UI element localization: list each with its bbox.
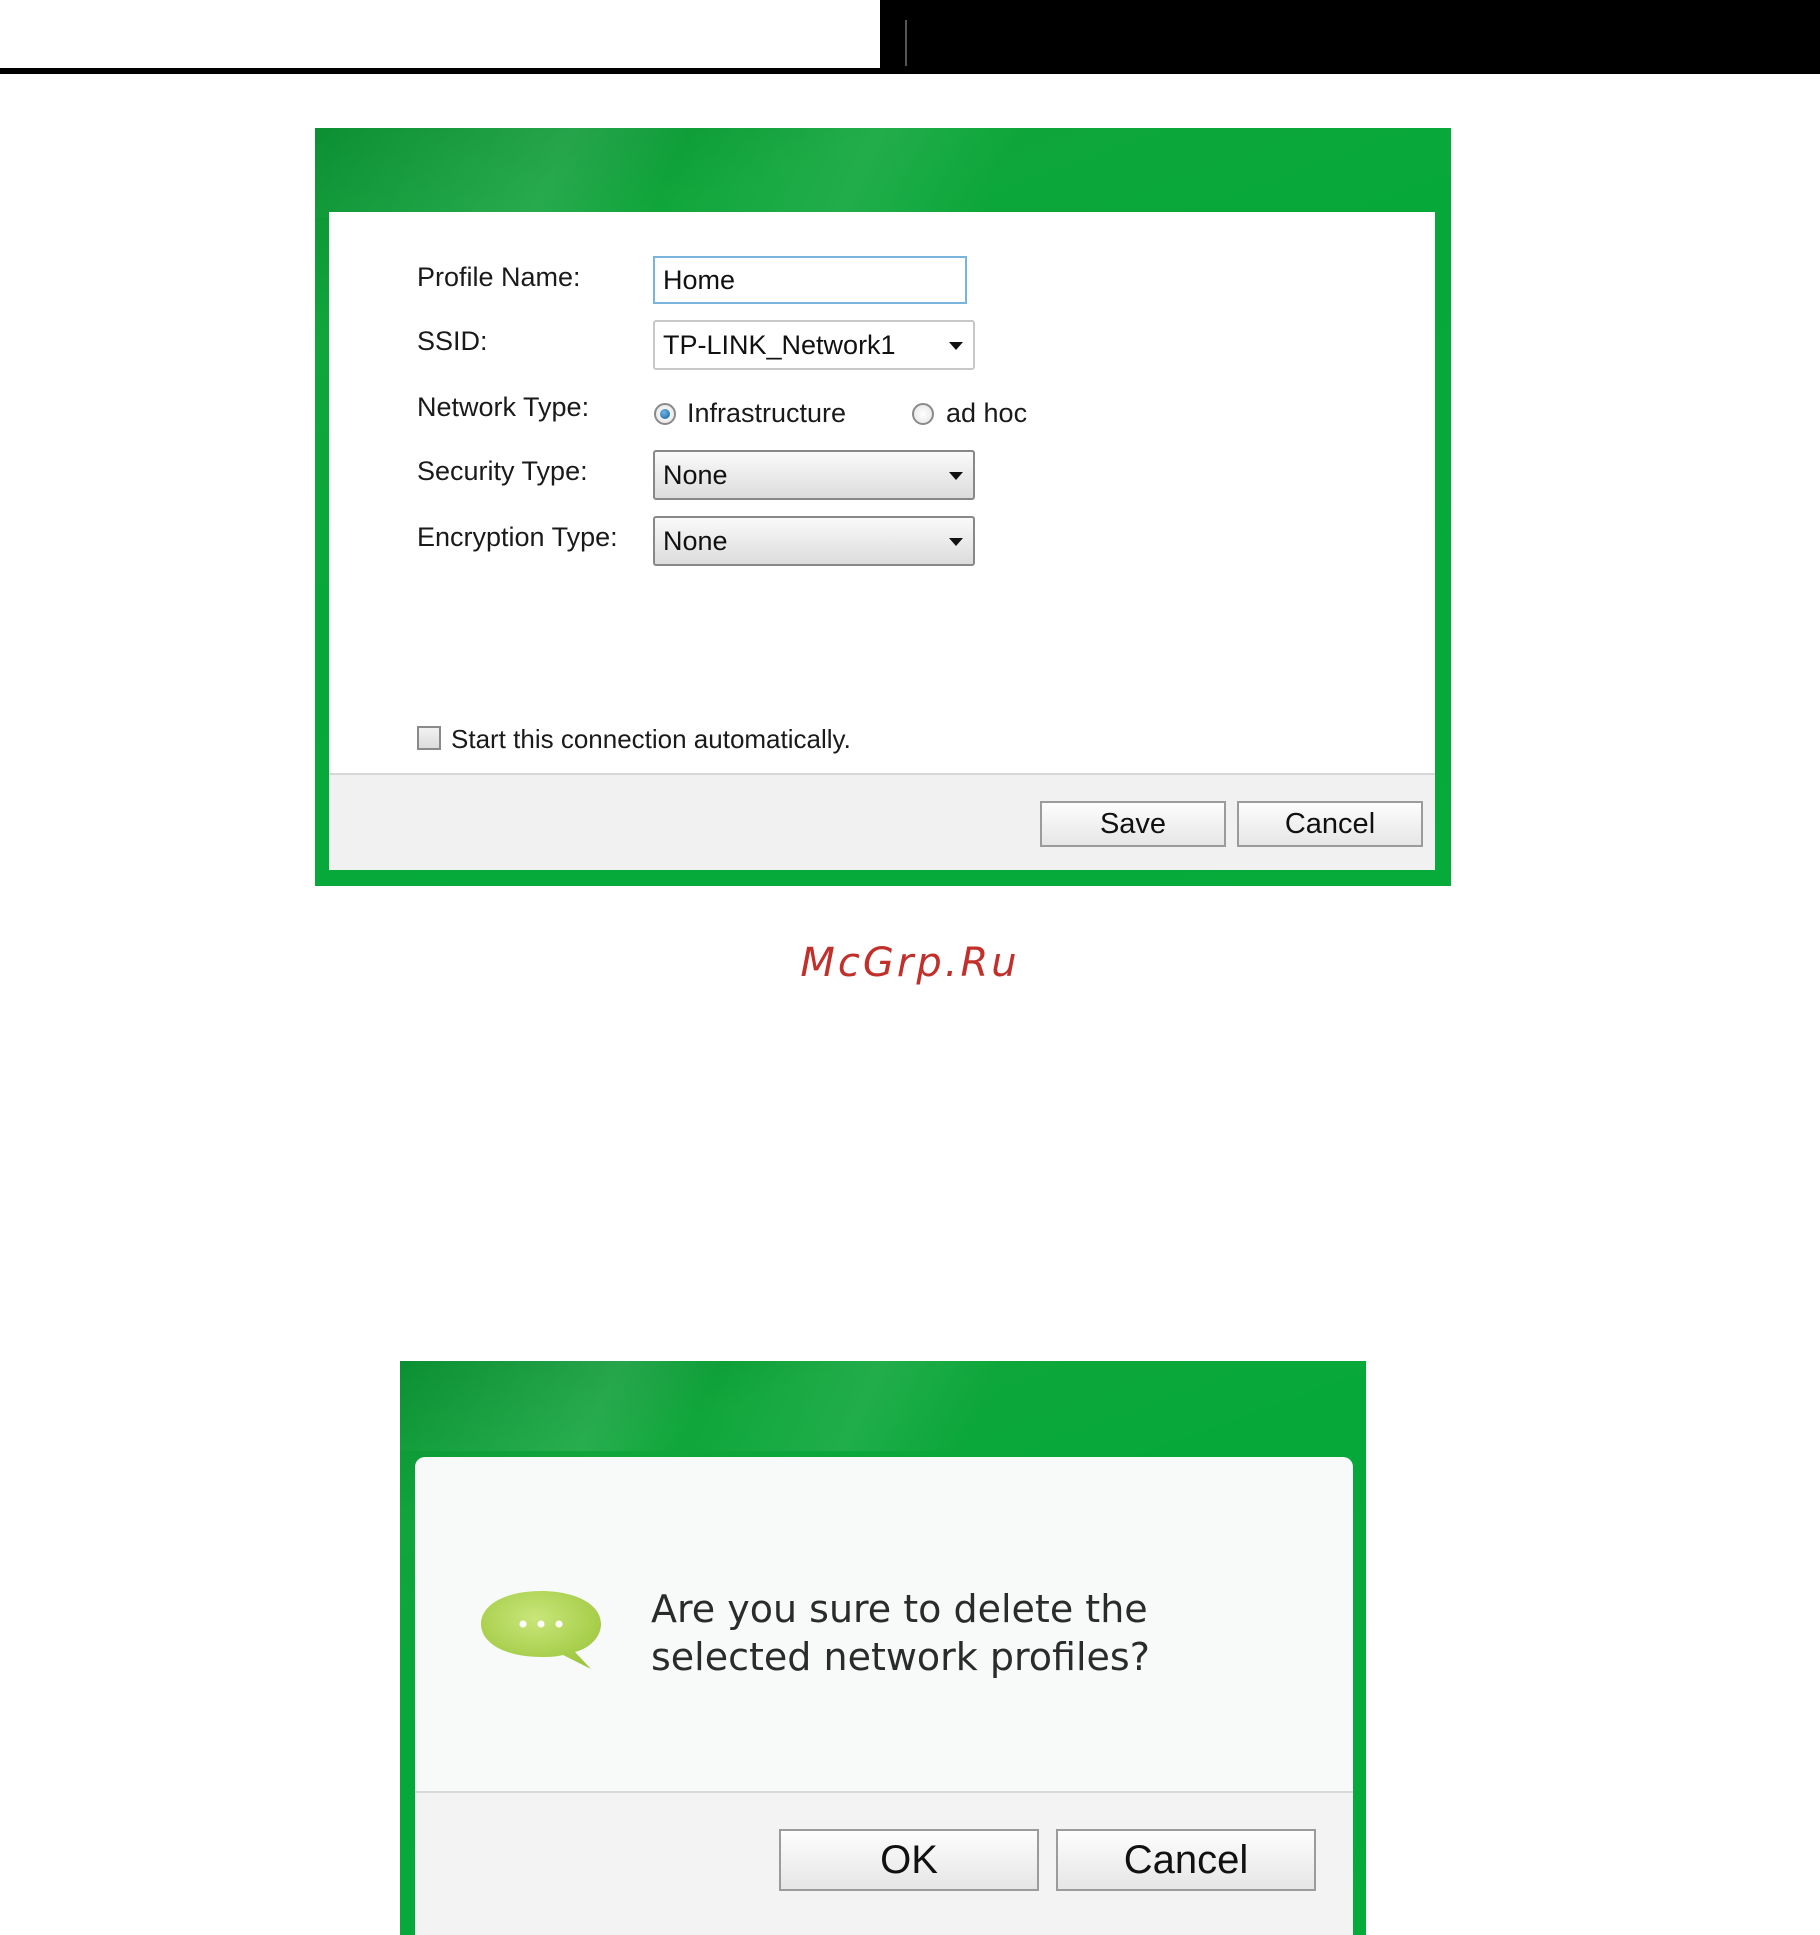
chevron-down-icon[interactable] bbox=[949, 472, 963, 480]
profile-name-input[interactable] bbox=[653, 256, 967, 304]
speech-bubble-icon bbox=[481, 1591, 601, 1669]
header-rule bbox=[0, 68, 880, 74]
encryption-type-label: Encryption Type: bbox=[417, 522, 618, 552]
header-bar bbox=[880, 0, 1820, 74]
confirm-dialog-footer: OK Cancel bbox=[415, 1791, 1353, 1935]
radio-ad-hoc-label[interactable]: ad hoc bbox=[946, 398, 1027, 429]
security-type-select[interactable]: None bbox=[653, 450, 975, 500]
ssid-combobox[interactable]: TP-LINK_Network1 bbox=[653, 320, 975, 370]
security-type-label: Security Type: bbox=[417, 456, 588, 486]
profile-dialog: Profile Name: SSID: TP-LINK_Network1 Net… bbox=[315, 128, 1451, 886]
profile-dialog-body: Profile Name: SSID: TP-LINK_Network1 Net… bbox=[329, 212, 1435, 870]
auto-connect-checkbox[interactable] bbox=[417, 726, 441, 750]
confirm-cancel-button[interactable]: Cancel bbox=[1056, 1829, 1316, 1891]
header-divider bbox=[905, 20, 907, 66]
chevron-down-icon[interactable] bbox=[949, 342, 963, 350]
auto-connect-label[interactable]: Start this connection automatically. bbox=[451, 724, 851, 755]
ssid-value: TP-LINK_Network1 bbox=[663, 330, 896, 360]
network-type-label: Network Type: bbox=[417, 392, 590, 422]
encryption-type-value: None bbox=[663, 526, 728, 556]
save-button[interactable]: Save bbox=[1040, 801, 1226, 847]
cancel-button[interactable]: Cancel bbox=[1237, 801, 1423, 847]
security-type-value: None bbox=[663, 460, 728, 490]
radio-infrastructure-label[interactable]: Infrastructure bbox=[687, 398, 846, 429]
radio-ad-hoc[interactable] bbox=[912, 403, 934, 425]
ssid-label: SSID: bbox=[417, 326, 488, 356]
watermark: McGrp.Ru bbox=[800, 940, 1020, 986]
radio-infrastructure[interactable] bbox=[654, 403, 676, 425]
chevron-down-icon[interactable] bbox=[949, 538, 963, 546]
confirm-dialog: Are you sure to delete the selected netw… bbox=[400, 1361, 1366, 1935]
profile-dialog-footer: Save Cancel bbox=[329, 773, 1435, 870]
profile-name-label: Profile Name: bbox=[417, 262, 581, 292]
confirm-dialog-body: Are you sure to delete the selected netw… bbox=[415, 1457, 1353, 1935]
ok-button[interactable]: OK bbox=[779, 1829, 1039, 1891]
encryption-type-select[interactable]: None bbox=[653, 516, 975, 566]
confirm-message: Are you sure to delete the selected netw… bbox=[651, 1587, 1150, 1679]
